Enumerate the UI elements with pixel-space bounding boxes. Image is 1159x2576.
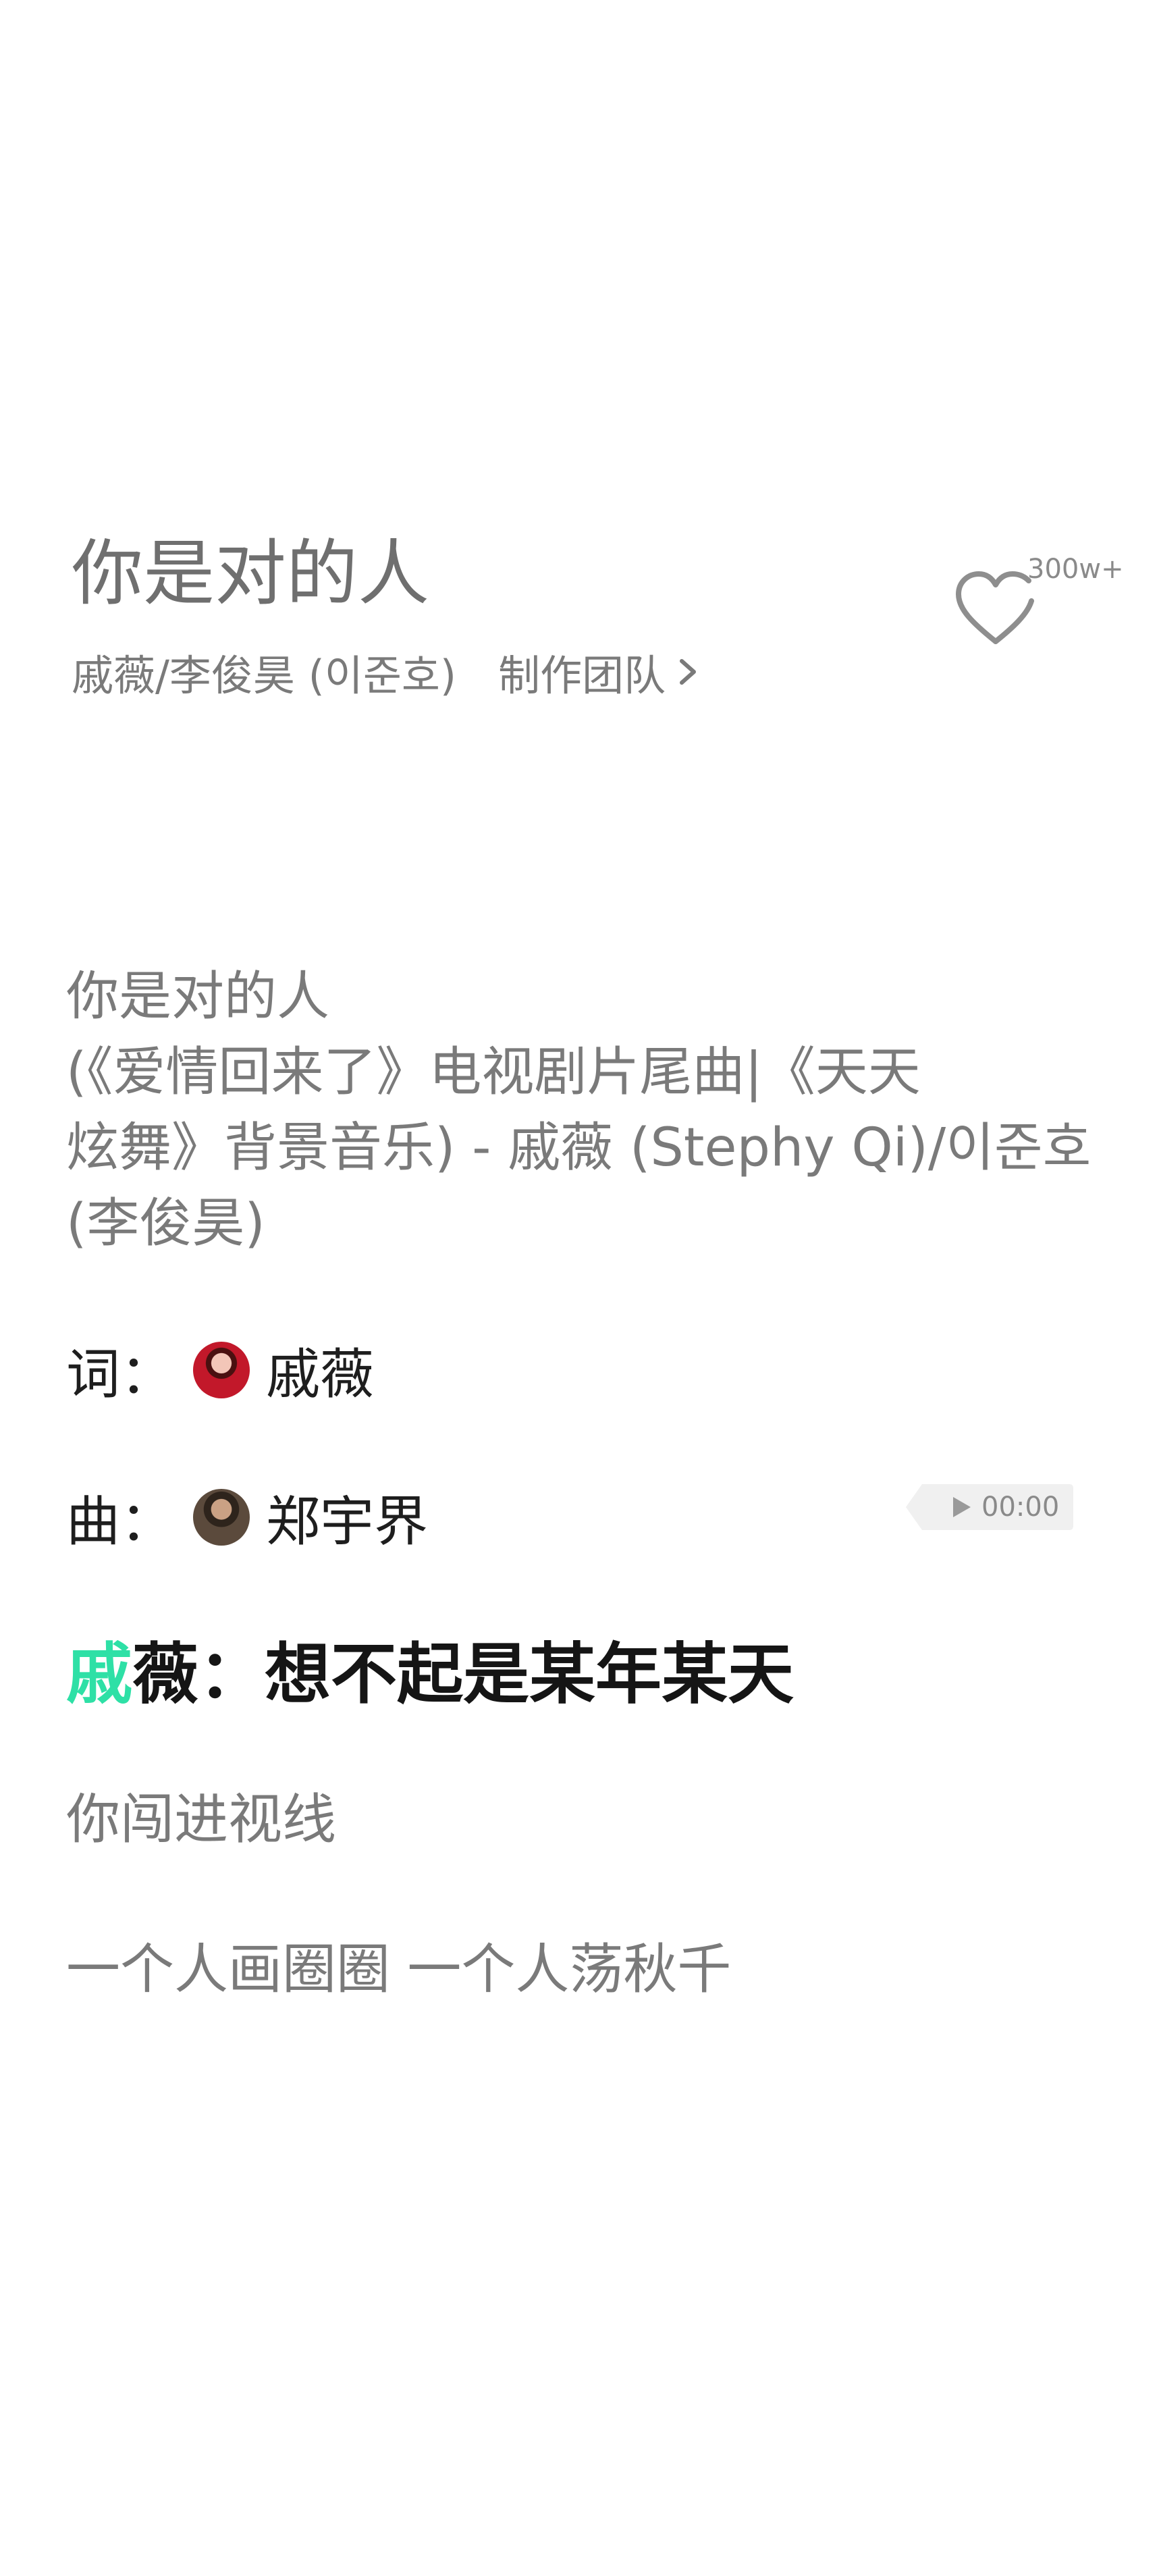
heart-outline-icon <box>956 571 1034 644</box>
production-team-label: 制作团队 <box>498 651 666 700</box>
lyrics-page: 你是对的人 戚薇/李俊昊 (이준호) 制作团队 300w+ 你是对的人 (《爱情… <box>0 0 1159 2576</box>
production-team-link[interactable]: 制作团队 <box>498 641 701 702</box>
bottom-fade-overlay <box>0 1992 1159 2154</box>
intro-line: 你是对的人 <box>66 966 330 1027</box>
current-lyric-sung: 戚 <box>66 1636 133 1713</box>
current-lyric-rest: 薇：想不起是某年某天 <box>132 1636 794 1713</box>
intro-line: (《爱情回来了》电视剧片尾曲|《天天 <box>66 1042 921 1103</box>
intro-line: (李俊昊) <box>66 1193 265 1254</box>
current-lyric-line[interactable]: 戚薇：想不起是某年某天 <box>66 1627 1119 1722</box>
play-icon <box>953 1497 971 1517</box>
intro-line: 炫舞》背景音乐) - 戚薇 (Stephy Qi)/이준호 <box>66 1118 1091 1178</box>
like-button[interactable]: 300w+ <box>952 554 1124 668</box>
lyrics-intro: 你是对的人 (《爱情回来了》电视剧片尾曲|《天天 炫舞》背景音乐) - 戚薇 (… <box>66 959 1119 1261</box>
lyricist-label: 词： <box>66 1343 174 1406</box>
composer-label: 曲： <box>66 1490 174 1553</box>
lyric-line[interactable]: 你闯进视线 <box>66 1783 1119 1857</box>
play-time: 00:00 <box>981 1492 1060 1523</box>
song-artists[interactable]: 戚薇/李俊昊 (이준호) <box>72 641 456 702</box>
like-count: 300w+ <box>1027 554 1124 585</box>
chevron-right-icon <box>680 659 697 685</box>
lyric-line[interactable]: 一个人画圈圈 一个人荡秋千 <box>66 1933 1119 2007</box>
song-title: 你是对的人 <box>72 532 429 615</box>
lyricist-credit: 词： 戚薇 <box>66 1333 1119 1407</box>
composer-name[interactable]: 郑宇界 <box>266 1478 428 1556</box>
lyricist-avatar[interactable] <box>193 1342 250 1398</box>
lyric-play-button[interactable]: 00:00 <box>903 1480 1077 1534</box>
song-meta: 戚薇/李俊昊 (이준호) 制作团队 <box>72 645 701 700</box>
composer-avatar[interactable] <box>193 1489 250 1546</box>
lyricist-name[interactable]: 戚薇 <box>266 1331 374 1409</box>
